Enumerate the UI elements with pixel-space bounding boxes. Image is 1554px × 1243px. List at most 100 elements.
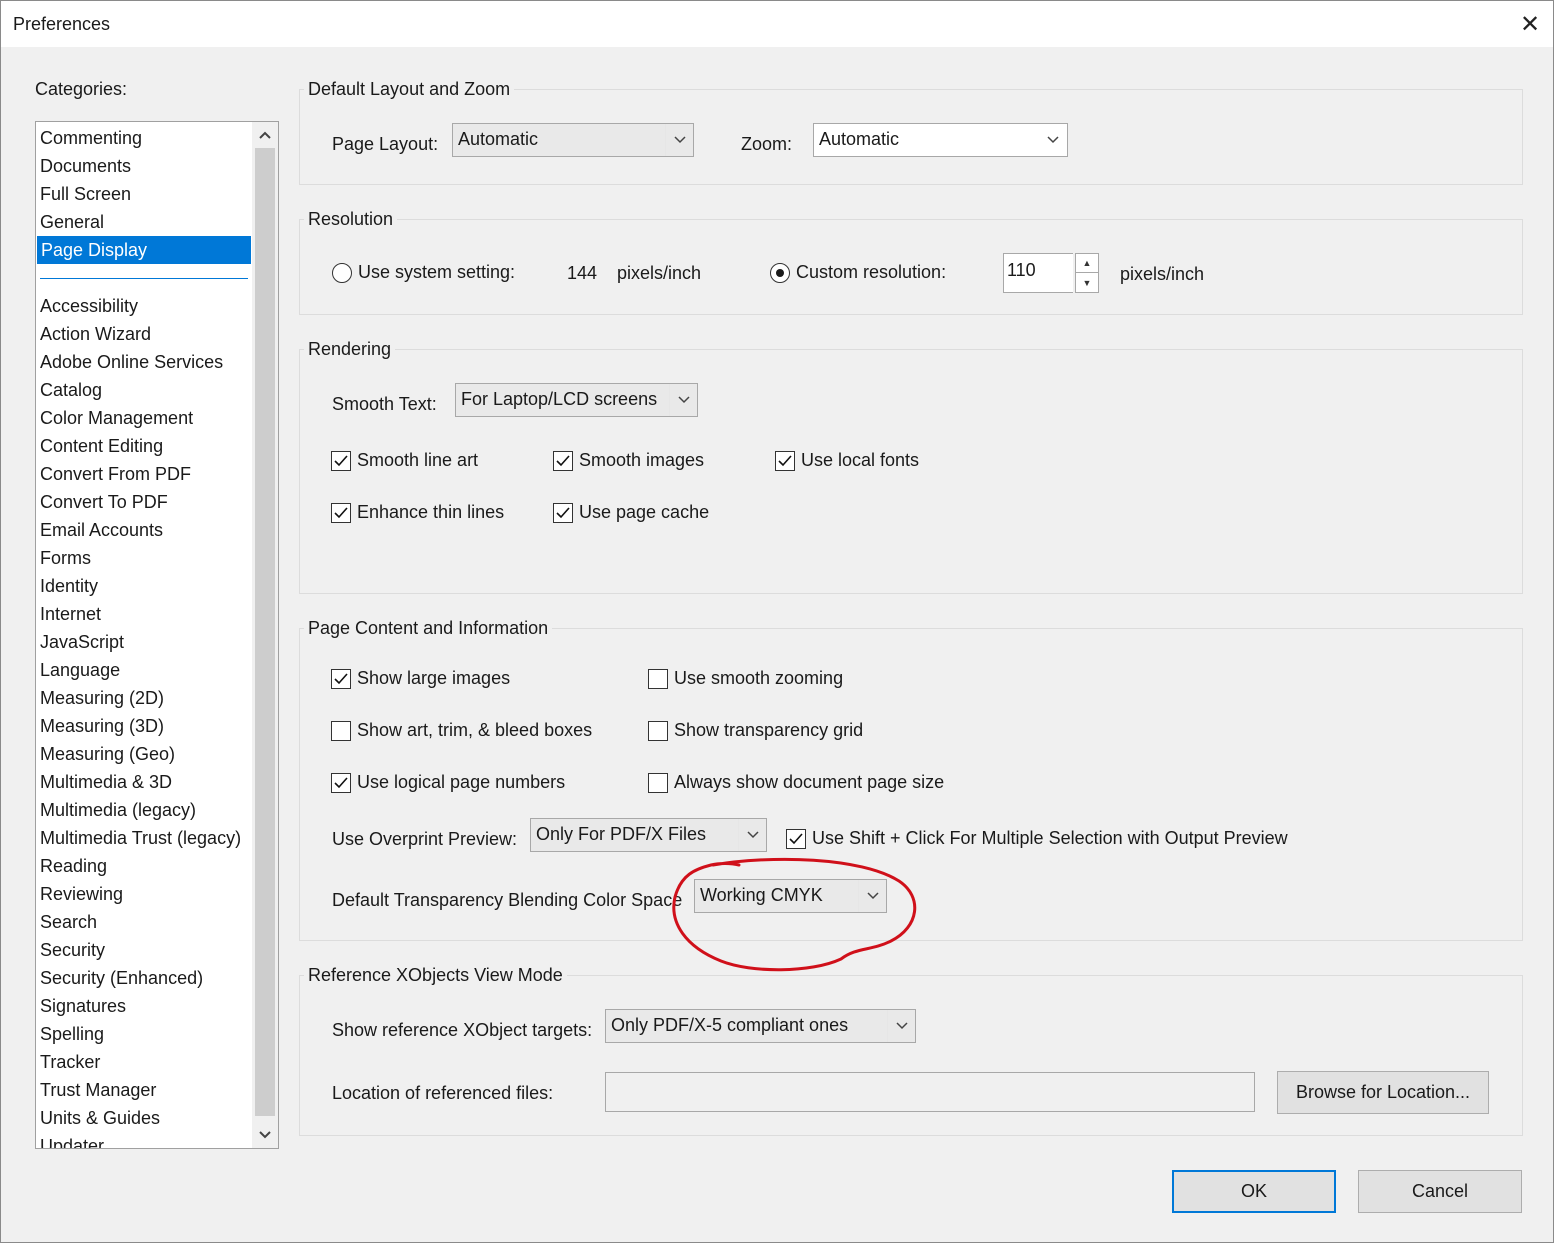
category-item[interactable]: Security — [36, 936, 252, 964]
category-item[interactable]: Email Accounts — [36, 516, 252, 544]
show-transparency-grid-checkbox[interactable]: Show transparency grid — [648, 720, 863, 741]
category-separator — [36, 264, 252, 292]
checkmark-icon — [553, 450, 573, 471]
category-item[interactable]: Reading — [36, 852, 252, 880]
category-item[interactable]: Units & Guides — [36, 1104, 252, 1132]
category-item[interactable]: Commenting — [36, 124, 252, 152]
xobject-targets-value: Only PDF/X-5 compliant ones — [611, 1015, 849, 1035]
chevron-down-icon — [665, 124, 693, 156]
show-boxes-label: Show art, trim, & bleed boxes — [357, 720, 593, 740]
category-item[interactable]: Identity — [36, 572, 252, 600]
category-item[interactable]: General — [36, 208, 252, 236]
category-item[interactable]: Forms — [36, 544, 252, 572]
location-input[interactable] — [605, 1072, 1255, 1112]
category-item[interactable]: Catalog — [36, 376, 252, 404]
zoom-label: Zoom: — [741, 134, 793, 154]
category-item[interactable]: Accessibility — [36, 292, 252, 320]
page-layout-select[interactable]: Automatic — [452, 123, 694, 157]
checkmark-icon — [786, 828, 806, 849]
category-item[interactable]: Adobe Online Services — [36, 348, 252, 376]
scroll-down-icon[interactable] — [252, 1122, 278, 1148]
scrollbar-thumb[interactable] — [255, 148, 275, 1116]
category-item[interactable]: Language — [36, 656, 252, 684]
checkmark-icon — [553, 502, 573, 523]
category-item[interactable]: Measuring (3D) — [36, 712, 252, 740]
overprint-select[interactable]: Only For PDF/X Files — [530, 818, 767, 852]
category-item[interactable]: Tracker — [36, 1048, 252, 1076]
custom-resolution-radio[interactable]: Custom resolution: — [770, 262, 946, 283]
category-item[interactable]: Search — [36, 908, 252, 936]
use-smooth-zooming-checkbox[interactable]: Use smooth zooming — [648, 668, 843, 689]
use-logical-page-numbers-label: Use logical page numbers — [357, 772, 566, 792]
annotation-circle — [672, 857, 917, 972]
category-item[interactable]: Internet — [36, 600, 252, 628]
show-large-images-checkbox[interactable]: Show large images — [331, 668, 510, 689]
category-item[interactable]: Multimedia (legacy) — [36, 796, 252, 824]
use-logical-page-numbers-checkbox[interactable]: Use logical page numbers — [331, 772, 565, 793]
system-resolution-unit: pixels/inch — [617, 263, 702, 283]
custom-resolution-spinner[interactable]: 110 ▲ ▼ — [1003, 253, 1099, 293]
xobject-targets-select[interactable]: Only PDF/X-5 compliant ones — [605, 1009, 916, 1043]
checkmark-icon — [331, 668, 351, 689]
browse-location-button[interactable]: Browse for Location... — [1277, 1071, 1489, 1114]
ok-button[interactable]: OK — [1172, 1170, 1336, 1213]
show-large-images-label: Show large images — [357, 668, 511, 688]
system-setting-radio[interactable]: Use system setting: — [332, 262, 515, 283]
use-local-fonts-checkbox[interactable]: Use local fonts — [775, 450, 919, 471]
shift-click-checkbox[interactable]: Use Shift + Click For Multiple Selection… — [786, 828, 1288, 849]
radio-checked — [770, 262, 790, 283]
categories-items: Commenting Documents Full Screen General… — [36, 122, 252, 1148]
overprint-label: Use Overprint Preview: — [332, 829, 518, 849]
category-item[interactable]: Content Editing — [36, 432, 252, 460]
checkmark-icon — [331, 772, 351, 793]
use-page-cache-label: Use page cache — [579, 502, 710, 522]
categories-scrollbar[interactable] — [252, 122, 278, 1148]
cancel-button[interactable]: Cancel — [1358, 1170, 1522, 1213]
always-show-page-size-checkbox[interactable]: Always show document page size — [648, 772, 944, 793]
spin-up-icon[interactable]: ▲ — [1075, 253, 1099, 273]
preferences-dialog: Preferences ✕ Categories: Commenting Doc… — [0, 0, 1554, 1243]
custom-resolution-input[interactable]: 110 — [1003, 253, 1073, 293]
show-transparency-grid-label: Show transparency grid — [674, 720, 864, 740]
category-item[interactable]: Color Management — [36, 404, 252, 432]
category-item[interactable]: Updater — [36, 1132, 252, 1148]
window-title: Preferences — [13, 14, 111, 34]
spin-down-icon[interactable]: ▼ — [1075, 273, 1099, 293]
smooth-text-label: Smooth Text: — [332, 394, 437, 414]
category-item[interactable]: Convert To PDF — [36, 488, 252, 516]
page-layout-value: Automatic — [458, 129, 539, 149]
enhance-thin-lines-checkbox[interactable]: Enhance thin lines — [331, 502, 504, 523]
category-item[interactable]: Spelling — [36, 1020, 252, 1048]
title-bar: Preferences ✕ — [1, 1, 1553, 47]
category-item[interactable]: JavaScript — [36, 628, 252, 656]
categories-list[interactable]: Commenting Documents Full Screen General… — [35, 121, 279, 1149]
custom-resolution-unit: pixels/inch — [1120, 264, 1205, 284]
checkbox-empty — [648, 772, 668, 793]
category-item[interactable]: Measuring (Geo) — [36, 740, 252, 768]
category-item[interactable]: Reviewing — [36, 880, 252, 908]
rendering-title: Rendering — [304, 339, 396, 360]
category-item[interactable]: Measuring (2D) — [36, 684, 252, 712]
scroll-up-icon[interactable] — [252, 122, 278, 148]
smooth-text-select[interactable]: For Laptop/LCD screens — [455, 383, 698, 417]
smooth-images-label: Smooth images — [579, 450, 705, 470]
category-item-selected[interactable]: Page Display — [37, 236, 251, 264]
category-item[interactable]: Convert From PDF — [36, 460, 252, 488]
use-page-cache-checkbox[interactable]: Use page cache — [553, 502, 709, 523]
category-item[interactable]: Documents — [36, 152, 252, 180]
use-smooth-zooming-label: Use smooth zooming — [674, 668, 844, 688]
system-resolution-value: 144 — [567, 263, 598, 283]
zoom-select[interactable]: Automatic — [813, 123, 1068, 157]
show-boxes-checkbox[interactable]: Show art, trim, & bleed boxes — [331, 720, 592, 741]
category-item[interactable]: Multimedia & 3D — [36, 768, 252, 796]
category-item[interactable]: Security (Enhanced) — [36, 964, 252, 992]
smooth-line-art-checkbox[interactable]: Smooth line art — [331, 450, 478, 471]
category-item[interactable]: Action Wizard — [36, 320, 252, 348]
category-item[interactable]: Full Screen — [36, 180, 252, 208]
smooth-images-checkbox[interactable]: Smooth images — [553, 450, 704, 471]
category-item[interactable]: Trust Manager — [36, 1076, 252, 1104]
close-icon[interactable]: ✕ — [1507, 1, 1553, 47]
category-item[interactable]: Multimedia Trust (legacy) — [36, 824, 252, 852]
category-item[interactable]: Signatures — [36, 992, 252, 1020]
smooth-text-value: For Laptop/LCD screens — [461, 389, 658, 409]
